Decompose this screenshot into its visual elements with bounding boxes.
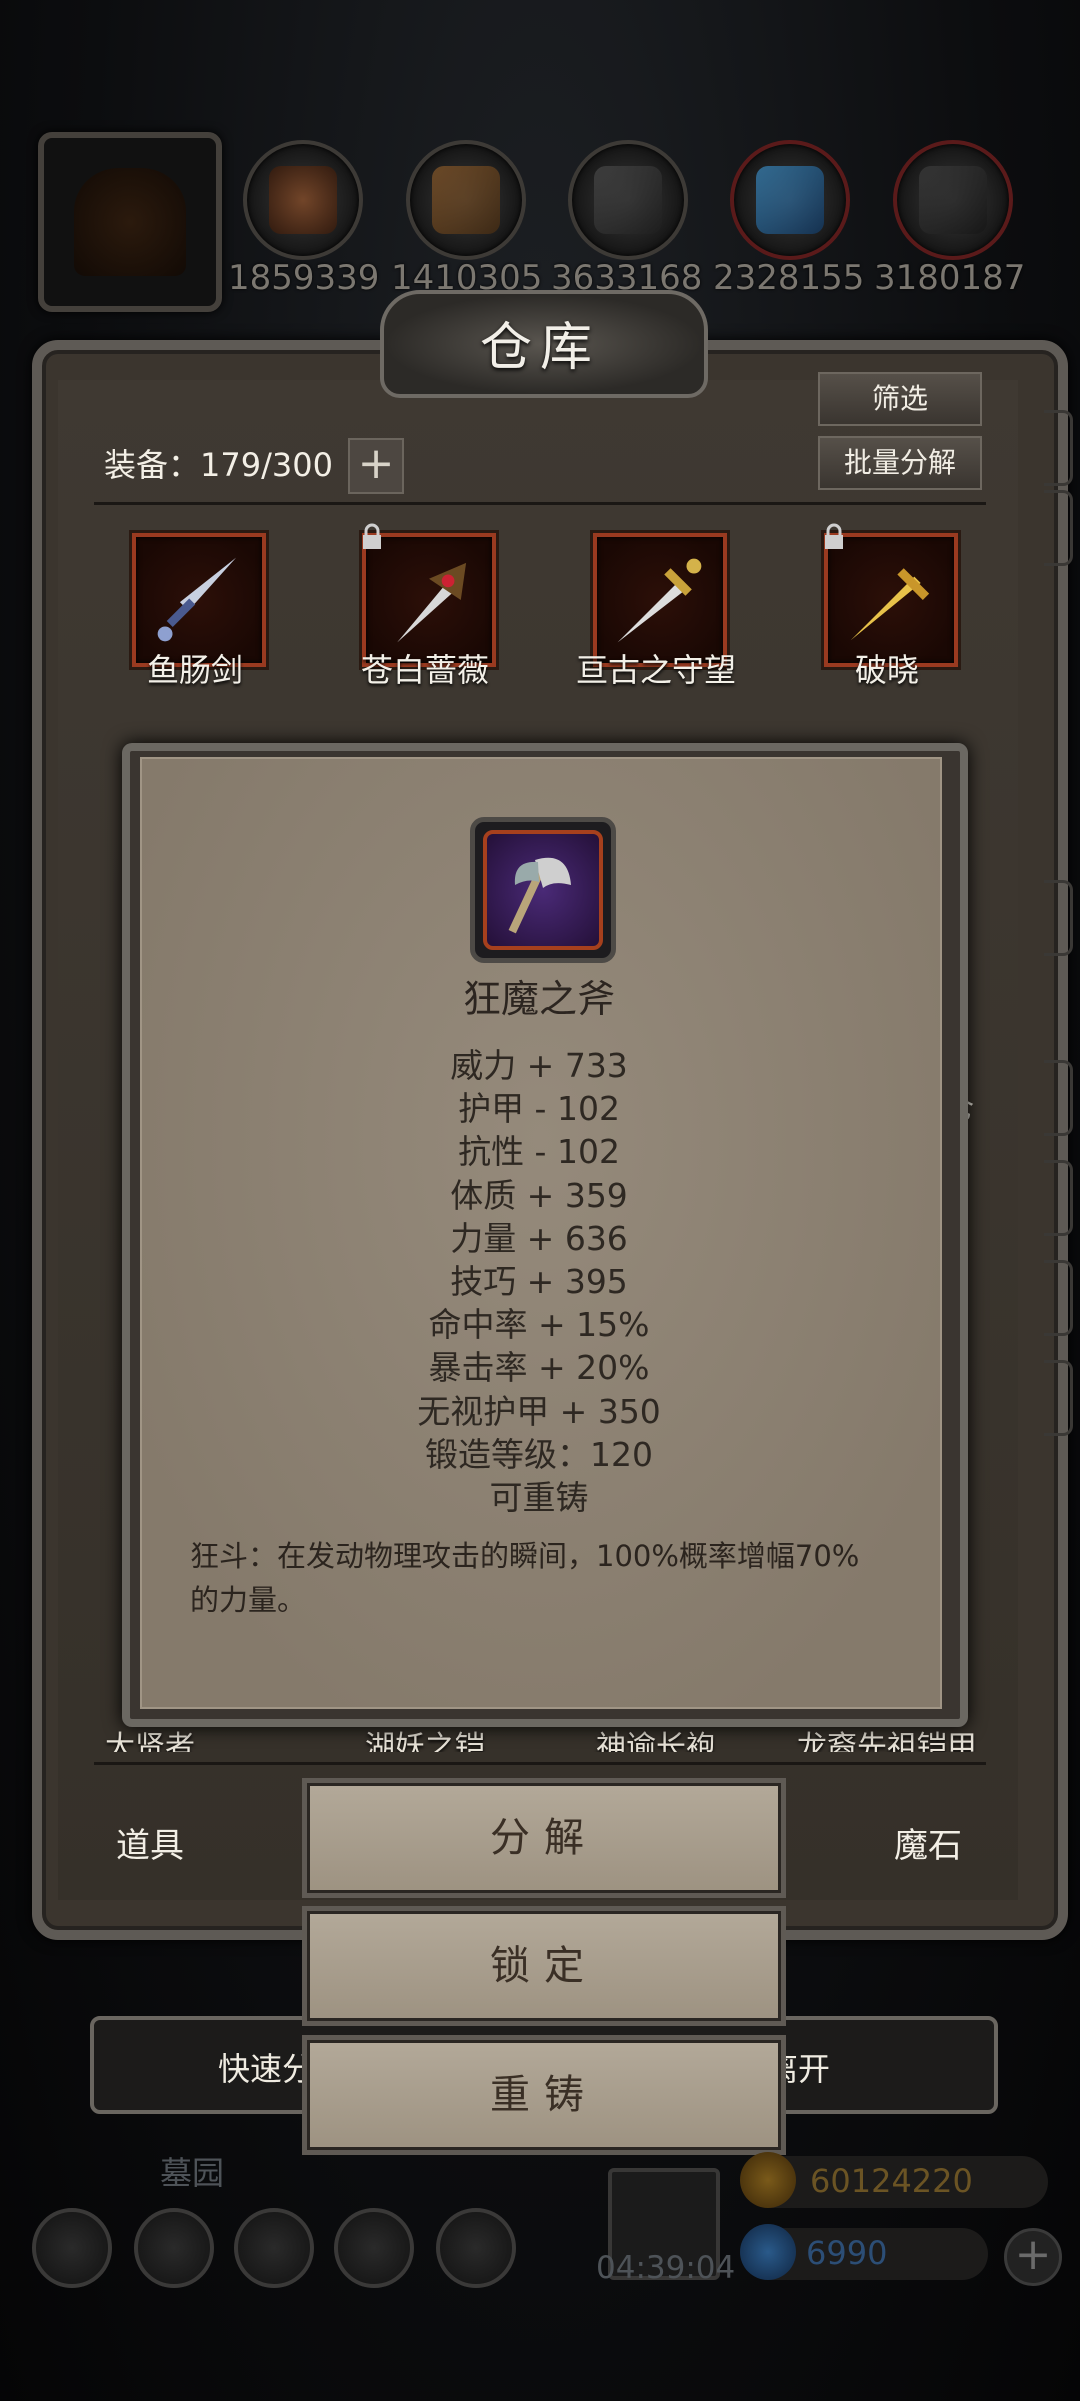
stat-resistance: 抗性 - 102 [458, 1132, 620, 1172]
item-name: 亘古之守望 [575, 651, 736, 689]
item-description: 狂斗：在发动物理攻击的瞬间，100%概率增幅70%的力量。 [190, 1539, 860, 1617]
gold-amount: 60124220 [810, 2162, 973, 2200]
guild-icon[interactable] [436, 2208, 516, 2288]
stat-power: 威力 + 733 [450, 1046, 628, 1085]
stat-constitution: 体质 + 359 [450, 1175, 628, 1215]
skills-icon[interactable] [134, 2208, 214, 2288]
resource-slot-leather[interactable] [243, 140, 363, 260]
stat-recastable: 可重铸 [489, 1478, 589, 1518]
resource-slot-crystal[interactable] [730, 140, 850, 260]
resource-slot-ore[interactable] [568, 140, 688, 260]
side-tab[interactable] [1044, 410, 1073, 486]
stat-forge-level: 锻造等级：120 [425, 1434, 653, 1474]
tab-magic-stones[interactable]: 魔石 [894, 1818, 962, 1867]
side-tab[interactable] [1044, 1260, 1073, 1336]
sword-icon [617, 558, 702, 643]
hood-icon [74, 168, 186, 276]
item-name: 破晓 [854, 651, 919, 689]
stat-skill: 技巧 + 395 [450, 1262, 628, 1302]
add-gems-button[interactable]: + [1004, 2228, 1062, 2286]
leather-icon [269, 166, 337, 234]
axe-icon [508, 857, 571, 934]
sword-icon [397, 562, 467, 643]
stat-hit-rate: 命中率 + 15% [428, 1305, 650, 1345]
item-detail-name: 狂魔之斧 [462, 977, 615, 1021]
gem-icon [740, 2224, 796, 2280]
side-tab[interactable] [1044, 1360, 1073, 1436]
item-detail-icon [470, 817, 616, 963]
location-label: 墓园 [160, 2154, 225, 2192]
bulk-decompose-button[interactable]: 批量分解 [818, 436, 982, 490]
filter-button[interactable]: 筛选 [818, 372, 982, 426]
gift-timer: 04:39:04 [596, 2250, 736, 2286]
stat-ignore-armor: 无视护甲 + 350 [417, 1391, 661, 1431]
equip-count: 装备：179/300 [104, 446, 333, 484]
quick-decompose-button[interactable]: 快速分 [218, 2044, 314, 2090]
stat-armor: 护甲 - 102 [458, 1089, 620, 1129]
resource-count-5: 3180187 [874, 258, 1026, 298]
recast-button[interactable]: 重铸 [302, 2035, 786, 2155]
expand-capacity-button[interactable]: + [348, 438, 404, 494]
mail-icon[interactable] [334, 2208, 414, 2288]
iron-icon [919, 166, 987, 234]
stat-crit-rate: 暴击率 + 20% [428, 1348, 650, 1388]
ore-icon [594, 166, 662, 234]
decompose-button[interactable]: 分解 [302, 1778, 786, 1898]
resource-slot-wood[interactable] [406, 140, 526, 260]
wood-icon [432, 166, 500, 234]
gold-icon [740, 2152, 796, 2208]
warehouse-title: 仓库 [479, 318, 600, 378]
side-tab[interactable] [1044, 490, 1073, 566]
item-name: 鱼肠剑 [146, 651, 243, 689]
resource-count-4: 2328155 [713, 258, 865, 298]
divider [94, 502, 986, 505]
divider [94, 1762, 986, 1765]
crystal-icon [756, 166, 824, 234]
character-icon[interactable] [234, 2208, 314, 2288]
side-tab[interactable] [1044, 1160, 1073, 1236]
lock-button[interactable]: 锁定 [302, 1906, 786, 2026]
settings-icon[interactable] [32, 2208, 112, 2288]
hero-portrait[interactable] [38, 132, 222, 312]
gem-amount: 6990 [806, 2234, 888, 2272]
sword-icon [850, 568, 930, 641]
stat-strength: 力量 + 636 [450, 1218, 628, 1258]
sword-icon [157, 557, 237, 642]
item-stats: 威力 + 733 护甲 - 102 抗性 - 102 体质 + 359 力量 +… [140, 1044, 938, 1519]
side-tab[interactable] [1044, 1060, 1073, 1136]
side-tab[interactable] [1044, 880, 1073, 956]
item-name: 苍白蔷薇 [360, 651, 489, 689]
resource-slot-iron[interactable] [893, 140, 1013, 260]
resource-count-1: 1859339 [228, 258, 380, 298]
tab-items[interactable]: 道具 [116, 1818, 184, 1867]
